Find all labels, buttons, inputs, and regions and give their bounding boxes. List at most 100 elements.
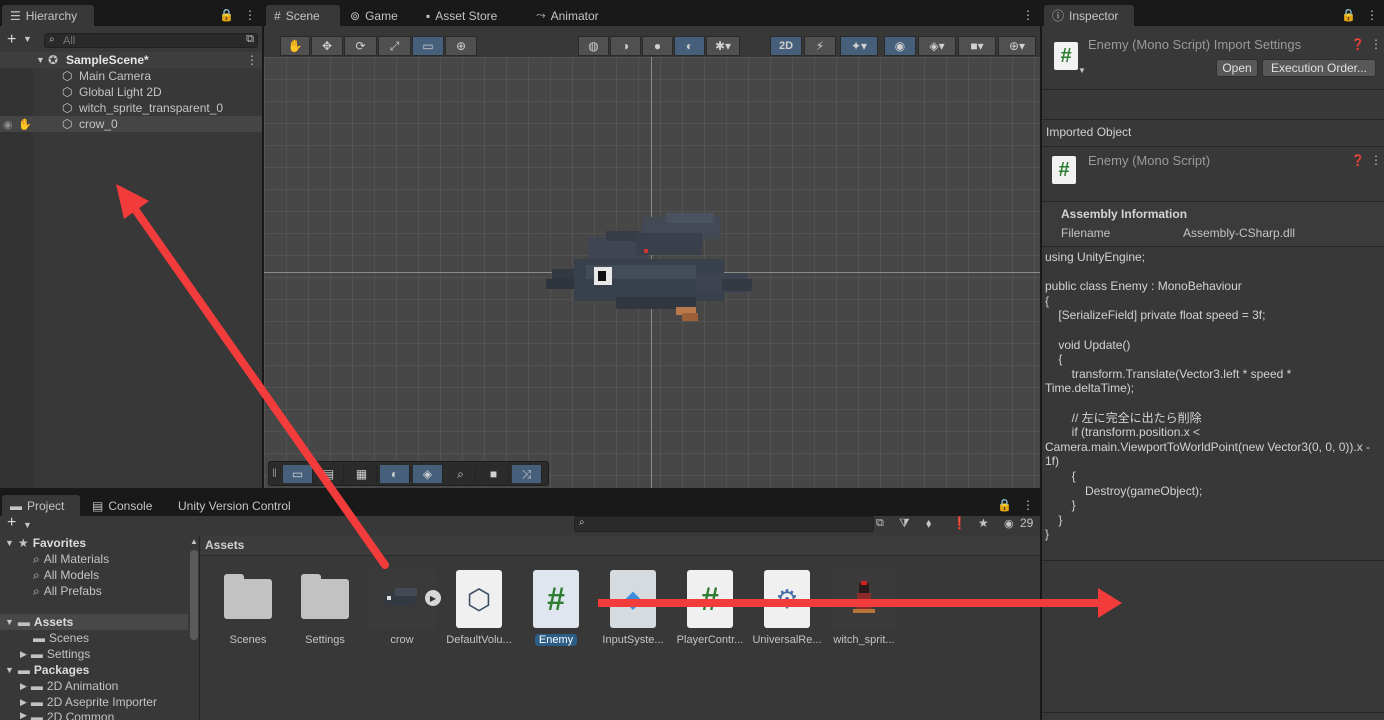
tab-hierarchy[interactable]: ☰ Hierarchy [2,5,94,26]
search-options-icon[interactable]: ⧉ [246,33,254,46]
hierarchy-item[interactable]: ⬡ Main Camera [0,68,262,84]
gizmos-dropdown[interactable]: ⊕▾ [998,36,1036,56]
kebab-menu-icon[interactable]: ⋮ [1022,8,1034,22]
crow-sprite[interactable] [546,209,766,339]
hierarchy-item[interactable]: ⬡ Global Light 2D [0,84,262,100]
overlay-grid-snap[interactable]: ▤ [314,465,344,483]
help-icon[interactable]: ❓ [1351,38,1365,51]
asset-item[interactable]: ▶ crow [363,568,441,646]
toggle-2d-button[interactable]: 2D [770,36,802,56]
tree-item[interactable]: ▶ ▬ Settings [20,646,90,662]
draw-mode-shaded-button[interactable]: ● [642,36,673,56]
asset-item[interactable]: ◆ InputSyste... [594,568,672,646]
asset-item[interactable]: # Enemy [517,568,595,649]
tab-animator[interactable]: ⤳ Animator [528,5,607,26]
scroll-up-icon[interactable]: ▲ [190,537,198,546]
asset-item[interactable]: ⚙ UniversalRe... [748,568,826,646]
debug-draw-dropdown[interactable]: ✱▾ [706,36,740,56]
tree-item[interactable]: ▶ ▬ 2D Animation [20,678,118,694]
effects-dropdown[interactable]: ✦▾ [840,36,878,56]
tab-asset-store[interactable]: ▪ Asset Store [418,5,505,26]
add-icon[interactable]: + [7,514,16,532]
overlay-search-tool[interactable]: ⌕ [446,465,476,483]
chevron-down-icon[interactable]: ▼ [23,34,32,44]
search-input[interactable]: ⌕ All ⧉ [44,33,258,48]
overlay-camera-tool[interactable]: ■ [479,465,509,483]
tab-inspector[interactable]: ⓘ Inspector [1044,5,1134,26]
asset-item[interactable]: Scenes [209,568,287,646]
breadcrumb[interactable]: Assets [205,538,244,552]
asset-item[interactable]: witch_sprit... [825,568,903,646]
tab-console[interactable]: ▤ Console [84,495,160,516]
help-icon[interactable]: ❓ [1351,154,1365,167]
camera-dropdown[interactable]: ■▾ [958,36,996,56]
open-button[interactable]: Open [1216,59,1258,77]
tree-favorites[interactable]: ▼ ★ Favorites [5,535,86,551]
scene-viewport[interactable] [264,57,1040,488]
transform-tool-button[interactable]: ⊕ [445,36,477,56]
overlay-rect-tool[interactable]: ▭ [283,465,313,483]
chevron-down-icon[interactable]: ▼ [23,520,32,530]
search-icon: ⌕ [33,583,40,598]
lighting-toggle-button[interactable]: ⚡ [804,36,836,56]
asset-item[interactable]: Settings [286,568,364,646]
project-search-input[interactable]: ⌕ [574,516,874,532]
draw-mode-shaded-wire-button[interactable]: ◑ [610,36,641,56]
add-icon[interactable]: + [7,31,16,49]
drag-handle-icon[interactable]: ‖ [272,466,277,480]
tree-item[interactable]: ▶ ▬ 2D Common [20,710,114,720]
hierarchy-item[interactable]: ◉ ✋ ⬡ crow_0 [0,116,262,132]
label-icon[interactable]: ⬧ [926,516,931,531]
overlay-shading-toggle[interactable]: ◐ [380,465,410,483]
chevron-down-icon[interactable]: ▼ [1078,66,1086,75]
rect-tool-button[interactable]: ▭ [412,36,444,56]
tree-packages[interactable]: ▼ ▬ Packages [5,662,89,678]
expand-arrow-icon[interactable]: ▼ [36,55,45,65]
lock-icon[interactable]: 🔒 [219,8,234,22]
hand-tool-button[interactable]: ✋ [280,36,310,56]
hierarchy-item[interactable]: ⬡ witch_sprite_transparent_0 [0,100,262,116]
tree-item[interactable]: ▶ ▬ 2D Aseprite Importer [20,694,157,710]
rotate-tool-button[interactable]: ⟳ [344,36,377,56]
lock-icon[interactable]: 🔒 [1341,8,1356,22]
visibility-eye-icon[interactable]: ◉ [3,118,13,131]
kebab-menu-icon[interactable]: ⋮ [246,53,258,67]
hidden-count-icon: ◉ [1004,518,1014,530]
overlay-grid-toggle[interactable]: ▦ [347,465,377,483]
tree-item[interactable]: ⌕ All Materials [33,551,109,567]
draw-mode-wireframe-button[interactable]: ◍ [578,36,609,56]
tree-item[interactable]: ⌕ All Models [33,567,99,583]
filter-type-icon[interactable]: ⧩ [899,516,910,531]
kebab-menu-icon[interactable]: ⋮ [1370,37,1382,51]
scene-row[interactable]: ▼ ✪ SampleScene* ⋮ [0,52,262,68]
tree-scrollbar[interactable] [190,550,198,640]
asset-item[interactable]: # PlayerContr... [671,568,749,646]
kebab-menu-icon[interactable]: ⋮ [1366,8,1378,22]
draw-mode-unlit-button[interactable]: ◐ [674,36,705,56]
tab-version-control[interactable]: Unity Version Control [170,495,299,516]
asset-item[interactable]: ⬡ DefaultVolu... [440,568,518,646]
tab-scene[interactable]: # Scene [266,5,340,26]
move-tool-button[interactable]: ✥ [311,36,343,56]
play-icon[interactable]: ▶ [425,590,441,606]
tree-item[interactable]: ▬ Scenes [33,630,89,646]
overlay-shuffle-tool[interactable]: ⤨ [512,465,542,483]
kebab-menu-icon[interactable]: ⋮ [1370,153,1382,167]
kebab-menu-icon[interactable]: ⋮ [244,8,256,22]
kebab-menu-icon[interactable]: ⋮ [1022,498,1034,512]
tree-item[interactable]: ⌕ All Prefabs [33,583,102,599]
tree-assets[interactable]: ▼ ▬ Assets [5,614,73,630]
scale-tool-button[interactable]: ⤢ [378,36,411,56]
overlay-layers-toggle[interactable]: ◈ [413,465,443,483]
layers-dropdown[interactable]: ◈▾ [918,36,956,56]
scene-tabbar: # Scene ⊚ Game ▪ Asset Store ⤳ Animator … [264,0,1040,26]
pick-hand-icon[interactable]: ✋ [18,118,32,131]
tab-project[interactable]: ▬ Project [2,495,80,516]
star-icon[interactable]: ★ [978,516,989,530]
search-options-icon[interactable]: ⧉ [876,517,884,530]
lock-icon[interactable]: 🔒 [997,498,1012,512]
warning-icon[interactable]: ❗ [952,516,967,530]
visibility-toggle-button[interactable]: ◉ [884,36,916,56]
tab-game[interactable]: ⊚ Game [342,5,406,26]
execution-order-button[interactable]: Execution Order... [1262,59,1376,77]
